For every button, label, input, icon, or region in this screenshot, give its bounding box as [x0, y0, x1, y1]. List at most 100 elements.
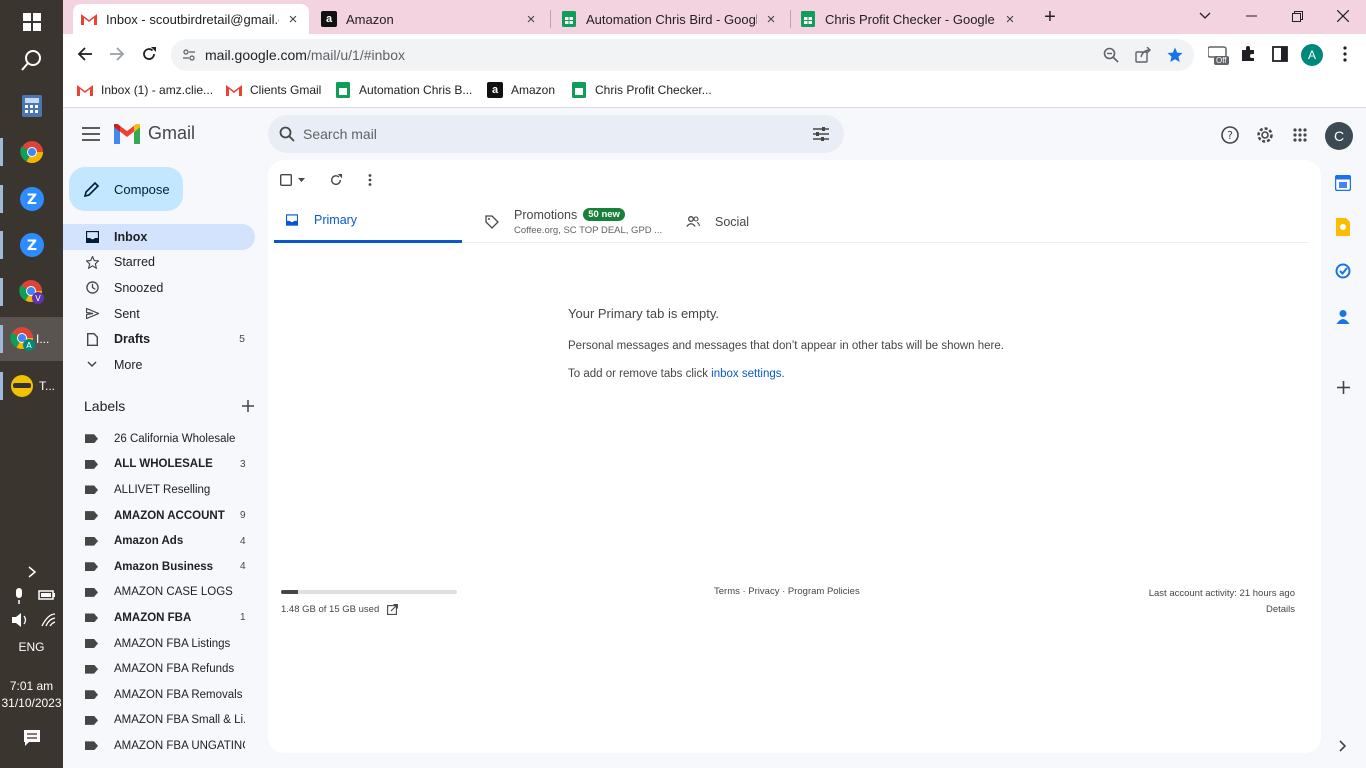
tab-promotions[interactable]: Promotions 50 new Coffee.org, SC TOP DEA… — [484, 200, 684, 243]
restore-button[interactable] — [1274, 0, 1320, 32]
extensions-puzzle-icon[interactable] — [1234, 40, 1262, 68]
label-item[interactable]: AMAZON FBA UNGATING — [63, 733, 268, 759]
chrome-icon[interactable] — [0, 130, 63, 174]
tasks-icon[interactable] — [1333, 261, 1353, 281]
share-icon[interactable] — [1135, 47, 1151, 63]
side-panel-icon[interactable] — [1266, 40, 1294, 68]
label-name: ALL WHOLESALE — [114, 458, 213, 471]
search-options-icon[interactable] — [813, 126, 829, 142]
close-window-button[interactable] — [1320, 0, 1366, 32]
close-icon[interactable]: × — [1002, 11, 1018, 28]
chrome-profile-a-icon[interactable]: A I... — [0, 317, 63, 361]
browser-tab-amazon[interactable]: a Amazon × — [313, 4, 547, 34]
new-tab-button[interactable]: + — [1037, 6, 1063, 28]
label-item[interactable]: Amazon Business 4 — [63, 554, 268, 580]
label-item[interactable]: AMAZON FBA 1 — [63, 605, 268, 631]
label-item[interactable]: AMAZON ACCOUNT 9 — [63, 503, 268, 529]
nav-item-more[interactable]: More — [63, 352, 255, 378]
browser-tab-profit-checker[interactable]: Chris Profit Checker - Google Sh × — [792, 4, 1026, 34]
notification-icon[interactable] — [0, 716, 63, 760]
close-icon[interactable]: × — [285, 11, 301, 28]
add-addon-icon[interactable] — [1333, 377, 1353, 397]
select-checkbox[interactable] — [280, 174, 310, 186]
keep-icon[interactable] — [1333, 217, 1353, 237]
label-item[interactable]: AMAZON CASE LOGS — [63, 580, 268, 606]
label-item[interactable]: AMAZON FBA Removals — [63, 682, 268, 708]
main-menu-icon[interactable] — [82, 127, 100, 144]
zoom-icon[interactable]: Z — [0, 223, 63, 267]
add-label-icon[interactable] — [242, 400, 254, 412]
label-item[interactable]: ALL WHOLESALE 3 — [63, 452, 268, 478]
bookmark-inbox[interactable]: Inbox (1) - amz.clie... — [77, 82, 213, 98]
compose-button[interactable]: Compose — [69, 167, 183, 211]
storage-bar — [281, 590, 457, 594]
nav-item-drafts[interactable]: Drafts 5 — [63, 326, 255, 352]
browser-toolbar: mail.google.com/mail/u/1/#inbox Off A — [63, 34, 1366, 74]
bookmark-automation[interactable]: Automation Chris B... — [335, 82, 472, 98]
reload-icon[interactable] — [135, 40, 163, 68]
forward-icon[interactable] — [103, 40, 131, 68]
nav-item-starred[interactable]: Starred — [63, 250, 255, 276]
back-icon[interactable] — [71, 40, 99, 68]
minimize-button[interactable] — [1228, 0, 1274, 32]
tab-social[interactable]: Social — [685, 200, 835, 243]
search-icon[interactable] — [279, 126, 295, 142]
tab-search-icon[interactable] — [1182, 0, 1228, 32]
footer-links[interactable]: Terms · Privacy · Program Policies — [714, 586, 860, 597]
label-item[interactable]: Amazon Ads 4 — [63, 528, 268, 554]
search-input[interactable]: Search mail — [303, 126, 377, 142]
nav-label: Inbox — [114, 229, 148, 244]
calendar-icon[interactable] — [1333, 173, 1353, 193]
extension-off-icon[interactable]: Off — [1207, 45, 1230, 67]
label-tag-icon — [85, 434, 98, 444]
bookmark-profit-checker[interactable]: Chris Profit Checker... — [571, 82, 712, 98]
more-vert-icon[interactable] — [368, 174, 372, 186]
contacts-icon[interactable] — [1333, 307, 1353, 327]
address-bar[interactable]: mail.google.com/mail/u/1/#inbox — [171, 39, 1194, 71]
help-icon[interactable]: ? — [1218, 123, 1242, 147]
nav-item-snoozed[interactable]: Snoozed — [63, 275, 255, 301]
nav-item-sent[interactable]: Sent — [63, 301, 255, 327]
storage-meter: 1.48 GB of 15 GB used — [281, 590, 457, 615]
clock[interactable]: 7:01 am 31/10/2023 — [0, 678, 63, 712]
language-indicator[interactable]: ENG — [0, 640, 63, 654]
nav-item-inbox[interactable]: Inbox — [63, 224, 255, 250]
app-t-icon[interactable]: T... — [0, 364, 63, 408]
search-bar[interactable]: Search mail — [268, 115, 844, 153]
account-avatar[interactable]: C — [1325, 122, 1353, 150]
empty-hint: To add or remove tabs click inbox settin… — [568, 368, 1004, 380]
refresh-icon[interactable] — [330, 174, 342, 186]
label-item[interactable]: AMAZON FBA Refunds — [63, 656, 268, 682]
close-icon[interactable]: × — [523, 11, 539, 28]
label-item[interactable]: AMAZON FBA Listings — [63, 631, 268, 657]
profile-avatar[interactable]: A — [1301, 44, 1323, 66]
inbox-settings-link[interactable]: inbox settings — [711, 368, 781, 380]
apps-grid-icon[interactable] — [1288, 123, 1312, 147]
zoom-icon[interactable] — [1103, 47, 1119, 63]
chrome-profile-v-icon[interactable]: V — [0, 270, 63, 314]
volume-icon[interactable] — [12, 613, 30, 627]
browser-tab-automation[interactable]: Automation Chris Bird - Google × — [553, 4, 787, 34]
open-in-new-icon[interactable] — [387, 604, 399, 615]
search-icon[interactable] — [0, 38, 63, 82]
details-link[interactable]: Details — [1149, 602, 1295, 618]
more-vert-icon[interactable] — [1331, 40, 1359, 68]
battery-icon[interactable] — [38, 588, 56, 602]
zoom-icon[interactable]: Z — [0, 177, 63, 221]
bookmark-clients-gmail[interactable]: Clients Gmail — [226, 82, 321, 98]
bookmark-amazon[interactable]: a Amazon — [487, 82, 555, 98]
calculator-icon[interactable] — [0, 84, 63, 128]
label-item[interactable]: 26 California Wholesale — [63, 426, 268, 452]
tab-primary[interactable]: Primary — [274, 200, 462, 243]
label-item[interactable]: ALLIVET Reselling — [63, 477, 268, 503]
label-item[interactable]: AMAZON FBA Small & Li... — [63, 708, 268, 734]
bookmark-star-icon[interactable] — [1167, 47, 1183, 63]
microphone-icon[interactable] — [12, 588, 26, 604]
site-info-icon[interactable] — [182, 48, 196, 62]
browser-tab-inbox[interactable]: Inbox - scoutbirdretail@gmail.com × — [73, 4, 309, 34]
wifi-icon[interactable] — [40, 613, 56, 627]
gmail-logo[interactable]: Gmail — [114, 123, 195, 144]
settings-gear-icon[interactable] — [1253, 123, 1277, 147]
chevron-right-icon[interactable] — [1333, 736, 1353, 756]
close-icon[interactable]: × — [763, 11, 779, 28]
